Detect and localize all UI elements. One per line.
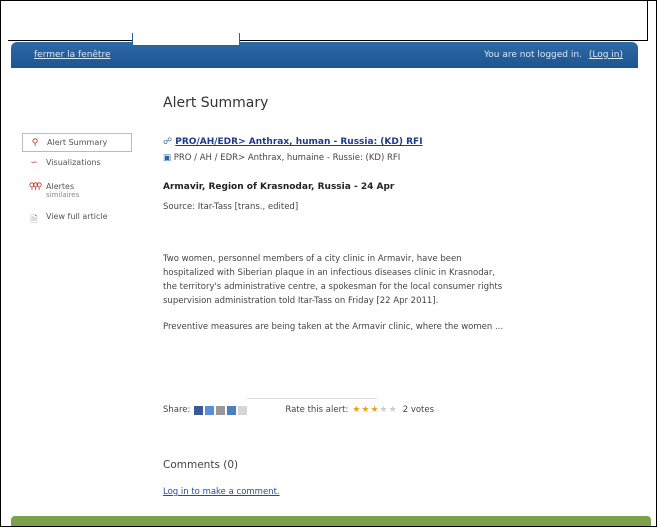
facebook-icon[interactable] bbox=[194, 405, 204, 415]
article-subline: ▣ PRO / AH / EDR> Anthrax, humaine - Rus… bbox=[163, 153, 400, 163]
divider bbox=[247, 398, 377, 399]
print-icon[interactable] bbox=[216, 405, 226, 415]
rating-widget: Rate this alert: ★★★★★ 2 votes bbox=[285, 405, 434, 415]
article-paragraph: Preventive measures are being taken at t… bbox=[163, 322, 504, 332]
star-icon[interactable]: ★ bbox=[370, 405, 378, 415]
star-icon[interactable]: ★ bbox=[361, 405, 369, 415]
star-rating[interactable]: ★★★★★ bbox=[351, 405, 396, 415]
header-tab bbox=[132, 33, 240, 47]
sidebar-item-full-article[interactable]: 🗎 View full article bbox=[22, 212, 132, 236]
sidebar-item-label: Alert Summary bbox=[47, 138, 108, 147]
article-subline-text: PRO / AH / EDR> Anthrax, humaine - Russi… bbox=[173, 153, 401, 163]
vote-count: 2 votes bbox=[402, 405, 435, 415]
sidebar-item-similar-alerts[interactable]: ⚲⚲⚲ Alertes similaires bbox=[22, 182, 132, 206]
sidebar-item-label: Visualizations bbox=[46, 158, 101, 167]
sidebar-item-sublabel: similaires bbox=[46, 191, 80, 199]
login-status-text: You are not logged in. bbox=[483, 50, 582, 60]
article-body: Two women, personnel members of a city c… bbox=[163, 252, 508, 346]
rate-label: Rate this alert: bbox=[285, 405, 349, 415]
article-headline: ☍ PRO/AH/EDR> Anthrax, human - Russia: (… bbox=[163, 137, 423, 147]
login-to-comment-link[interactable]: Log in to make a comment. bbox=[163, 487, 280, 497]
top-divider bbox=[8, 40, 648, 41]
email-icon[interactable] bbox=[238, 405, 248, 415]
login-status: You are not logged in. (Log in) bbox=[484, 50, 623, 60]
twitter-icon[interactable] bbox=[205, 405, 215, 415]
star-icon[interactable]: ★ bbox=[380, 405, 388, 415]
share-label: Share: bbox=[163, 405, 191, 415]
chart-icon: ∽ bbox=[30, 158, 38, 168]
share-row: Share: Rate this alert: ★★★★★ 2 votes bbox=[163, 405, 503, 415]
comments-title: Comments (0) bbox=[163, 459, 239, 471]
translate-icon: ▣ bbox=[163, 153, 172, 163]
sidebar-item-label: Alertes bbox=[46, 182, 75, 191]
sidebar-item-label: View full article bbox=[46, 212, 108, 221]
document-icon: 🗎 bbox=[30, 215, 38, 225]
sidebar-item-alert-summary[interactable]: ⚲ Alert Summary bbox=[22, 133, 132, 152]
page-title: Alert Summary bbox=[163, 95, 269, 111]
footer-bar bbox=[11, 516, 651, 526]
link-icon: ☍ bbox=[163, 137, 173, 147]
star-icon[interactable]: ★ bbox=[352, 405, 360, 415]
article-source: Source: Itar-Tass [trans., edited] bbox=[163, 202, 299, 212]
article-location: Armavir, Region of Krasnodar, Russia - 2… bbox=[163, 182, 395, 192]
close-window-link[interactable]: fermer la fenêtre bbox=[34, 50, 111, 60]
pin-icon: ⚲ bbox=[31, 137, 39, 148]
sidebar: ⚲ Alert Summary ∽ Visualizations ⚲⚲⚲ Ale… bbox=[22, 133, 132, 236]
article-headline-link[interactable]: PRO/AH/EDR> Anthrax, human - Russia: (KD… bbox=[175, 137, 422, 147]
bookmark-icon[interactable] bbox=[227, 405, 237, 415]
pins-icon: ⚲⚲⚲ bbox=[28, 182, 43, 192]
sidebar-item-visualizations[interactable]: ∽ Visualizations bbox=[22, 158, 132, 182]
article-paragraph: Two women, personnel members of a city c… bbox=[163, 254, 503, 306]
right-divider bbox=[647, 0, 648, 40]
star-icon[interactable]: ★ bbox=[389, 405, 397, 415]
login-link[interactable]: (Log in) bbox=[589, 50, 623, 60]
